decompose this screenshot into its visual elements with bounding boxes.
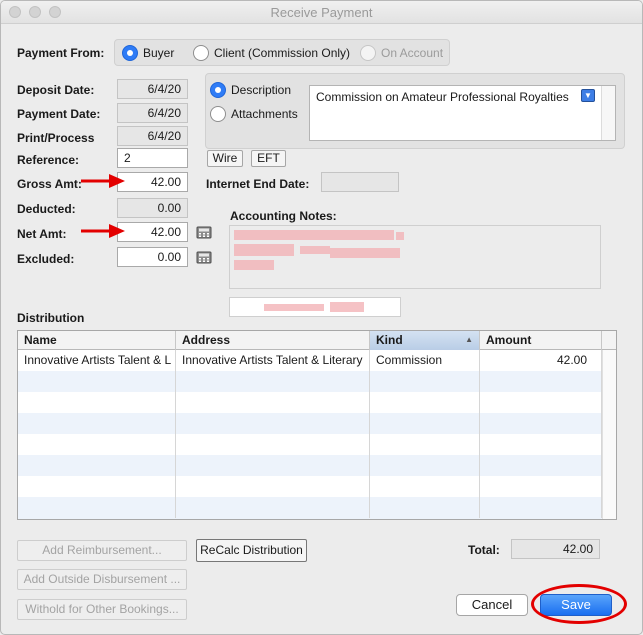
add-outside-disbursement-button: Add Outside Disbursement ... bbox=[17, 569, 187, 590]
table-row[interactable] bbox=[18, 392, 602, 413]
sort-ascending-icon: ▲ bbox=[465, 335, 473, 344]
title-bar: Receive Payment bbox=[1, 1, 642, 24]
reference-label: Reference: bbox=[17, 153, 80, 167]
annotation-circle-save bbox=[531, 584, 627, 624]
column-header-amount[interactable]: Amount bbox=[480, 331, 602, 350]
description-memo-text: Commission on Amateur Professional Royal… bbox=[316, 90, 569, 104]
payment-from-radio-group: Buyer Client (Commission Only) On Accoun… bbox=[114, 39, 450, 66]
net-amt-input[interactable]: 42.00 bbox=[117, 222, 188, 242]
table-row[interactable] bbox=[18, 476, 602, 497]
calculator-icon[interactable] bbox=[196, 225, 212, 239]
table-row[interactable] bbox=[18, 413, 602, 434]
deducted-field: 0.00 bbox=[117, 198, 188, 218]
redacted-field bbox=[229, 297, 401, 317]
column-header-kind[interactable]: Kind ▲ bbox=[370, 331, 480, 350]
internet-end-date-field bbox=[321, 172, 399, 192]
distribution-table: Name Address Kind ▲ Amount Innovative Ar… bbox=[17, 330, 617, 520]
excluded-label: Excluded: bbox=[17, 252, 75, 266]
annotation-arrow-gross bbox=[81, 174, 125, 188]
radio-buyer-label: Buyer bbox=[143, 46, 175, 60]
total-field: 42.00 bbox=[511, 539, 600, 559]
radio-client-commission-only[interactable] bbox=[193, 45, 209, 61]
deposit-date-label: Deposit Date: bbox=[17, 83, 95, 97]
accounting-notes-area[interactable] bbox=[229, 225, 601, 289]
description-memo-textarea[interactable]: Commission on Amateur Professional Royal… bbox=[309, 85, 616, 141]
deposit-date-field: 6/4/20 bbox=[117, 79, 188, 99]
withold-other-bookings-button: Withold for Other Bookings... bbox=[17, 599, 187, 620]
table-scrollbar[interactable] bbox=[602, 350, 616, 519]
print-process-label: Print/Process bbox=[17, 131, 95, 145]
payment-from-label: Payment From: bbox=[17, 46, 105, 60]
wire-button[interactable]: Wire bbox=[207, 150, 243, 167]
print-process-field: 6/4/20 bbox=[117, 126, 188, 146]
cell-name: Innovative Artists Talent & L bbox=[18, 350, 176, 371]
calculator-icon[interactable] bbox=[196, 250, 212, 264]
radio-attachments[interactable] bbox=[210, 106, 226, 122]
eft-button[interactable]: EFT bbox=[251, 150, 286, 167]
radio-on-account bbox=[360, 45, 376, 61]
table-row[interactable]: Innovative Artists Talent & L Innovative… bbox=[18, 350, 602, 371]
radio-description[interactable] bbox=[210, 82, 226, 98]
table-row[interactable] bbox=[18, 434, 602, 455]
accounting-notes-label: Accounting Notes: bbox=[230, 209, 337, 223]
table-header: Name Address Kind ▲ Amount bbox=[18, 331, 616, 350]
radio-attachments-label: Attachments bbox=[231, 107, 298, 121]
gross-amt-input[interactable]: 42.00 bbox=[117, 172, 188, 192]
table-row[interactable] bbox=[18, 497, 602, 519]
chevron-down-icon[interactable]: ▼ bbox=[581, 89, 595, 102]
table-row[interactable] bbox=[18, 455, 602, 476]
distribution-label: Distribution bbox=[17, 311, 85, 325]
payment-date-label: Payment Date: bbox=[17, 107, 101, 121]
add-reimbursement-button: Add Reimbursement... bbox=[17, 540, 187, 561]
gross-amt-label: Gross Amt: bbox=[17, 177, 82, 191]
excluded-input[interactable]: 0.00 bbox=[117, 247, 188, 267]
cancel-button[interactable]: Cancel bbox=[456, 594, 528, 616]
column-header-kind-label: Kind bbox=[376, 333, 403, 347]
cell-amount: 42.00 bbox=[480, 350, 602, 371]
reference-input[interactable]: 2 bbox=[117, 148, 188, 168]
column-header-name[interactable]: Name bbox=[18, 331, 176, 350]
table-row[interactable] bbox=[18, 371, 602, 392]
recalc-distribution-button[interactable]: ReCalc Distribution bbox=[196, 539, 307, 562]
radio-on-account-label: On Account bbox=[381, 46, 444, 60]
window-title: Receive Payment bbox=[270, 5, 373, 20]
receive-payment-window: Receive Payment Payment From: Buyer Clie… bbox=[0, 0, 643, 635]
cell-address: Innovative Artists Talent & Literary bbox=[176, 350, 370, 371]
radio-client-commission-only-label: Client (Commission Only) bbox=[214, 46, 351, 60]
net-amt-label: Net Amt: bbox=[17, 227, 67, 241]
deducted-label: Deducted: bbox=[17, 202, 76, 216]
memo-scrollbar[interactable] bbox=[601, 86, 615, 140]
radio-buyer[interactable] bbox=[122, 45, 138, 61]
payment-date-field: 6/4/20 bbox=[117, 103, 188, 123]
annotation-arrow-net bbox=[81, 224, 125, 238]
radio-description-label: Description bbox=[231, 83, 292, 97]
column-header-address[interactable]: Address bbox=[176, 331, 370, 350]
internet-end-date-label: Internet End Date: bbox=[206, 177, 310, 191]
cell-kind: Commission bbox=[370, 350, 480, 371]
total-label: Total: bbox=[468, 543, 500, 557]
